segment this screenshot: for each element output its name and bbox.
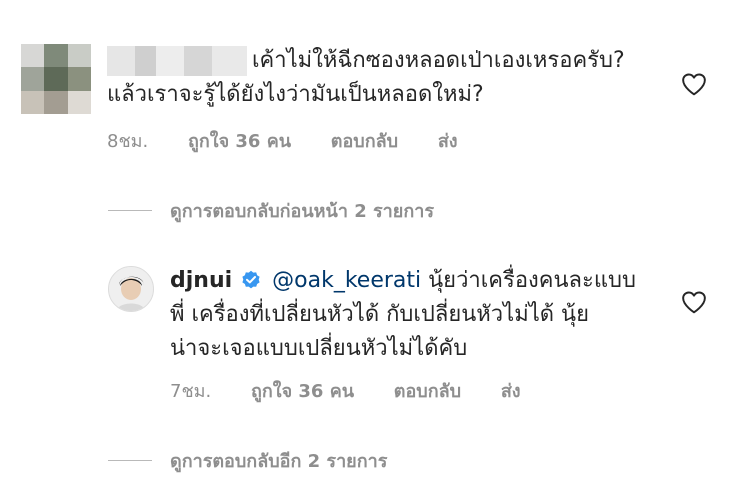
reply-text-line-3: น่าจะเจอแบบเปลี่ยนหัวไม่ได้คับ xyxy=(170,336,468,361)
comment-text-line-1: เค้าไม่ให้ฉีกซองหลอดเป่าเองเหรอครับ? xyxy=(252,48,625,73)
view-more-replies-label: ดูการตอบกลับอีก 2 รายการ xyxy=(170,451,388,472)
comment-text-line-2: แล้วเราจะรู้ได้ยังไงว่ามันเป็นหลอดใหม่? xyxy=(107,82,484,107)
reply-username[interactable]: djnui xyxy=(170,268,232,293)
reply-meta: 7ชม. ถูกใจ 36 คน ตอบกลับ ส่ง xyxy=(170,376,549,405)
reply-time: 7ชม. xyxy=(170,381,212,402)
view-previous-replies-label: ดูการตอบกลับก่อนหน้า 2 รายการ xyxy=(170,201,434,222)
verified-badge-icon xyxy=(242,270,260,289)
view-previous-replies-button[interactable]: ดูการตอบกลับก่อนหน้า 2 รายการ xyxy=(108,196,434,225)
reply-button[interactable]: ตอบกลับ xyxy=(331,126,398,155)
avatar-image xyxy=(109,267,153,311)
heart-outline-icon[interactable] xyxy=(681,72,707,96)
comment-time: 8ชม. xyxy=(107,131,149,152)
likes-count-button[interactable]: ถูกใจ 36 คน xyxy=(188,126,291,155)
comment-text: เค้าไม่ให้ฉีกซองหลอดเป่าเองเหรอครับ? xyxy=(252,46,672,76)
reply-text-continued: พี่ เครื่องที่เปลี่ยนหัวได้ กับเปลี่ยนหั… xyxy=(170,300,670,330)
divider-line xyxy=(108,210,152,211)
heart-outline-icon[interactable] xyxy=(681,290,707,314)
comment-meta: 8ชม. ถูกใจ 36 คน ตอบกลับ ส่ง xyxy=(107,126,486,155)
username-blurred[interactable] xyxy=(107,46,247,76)
comment-text-continued: แล้วเราจะรู้ได้ยังไงว่ามันเป็นหลอดใหม่? xyxy=(107,80,667,110)
divider-line xyxy=(108,460,152,461)
reply-text: djnui @oak_keerati นุ้ยว่าเครื่องคนละแบบ xyxy=(170,266,670,296)
mention-link[interactable]: @oak_keerati xyxy=(272,268,421,293)
send-button[interactable]: ส่ง xyxy=(501,376,521,405)
reply-button[interactable]: ตอบกลับ xyxy=(394,376,461,405)
reply-text-line-1: นุ้ยว่าเครื่องคนละแบบ xyxy=(421,268,636,293)
avatar-blurred[interactable] xyxy=(21,44,91,114)
reply-text-continued-2: น่าจะเจอแบบเปลี่ยนหัวไม่ได้คับ xyxy=(170,334,670,364)
avatar-djnui[interactable] xyxy=(108,266,154,312)
likes-count-button[interactable]: ถูกใจ 36 คน xyxy=(251,376,354,405)
reply-text-line-2: พี่ เครื่องที่เปลี่ยนหัวได้ กับเปลี่ยนหั… xyxy=(170,302,589,327)
view-more-replies-button[interactable]: ดูการตอบกลับอีก 2 รายการ xyxy=(108,446,387,475)
send-button[interactable]: ส่ง xyxy=(438,126,458,155)
